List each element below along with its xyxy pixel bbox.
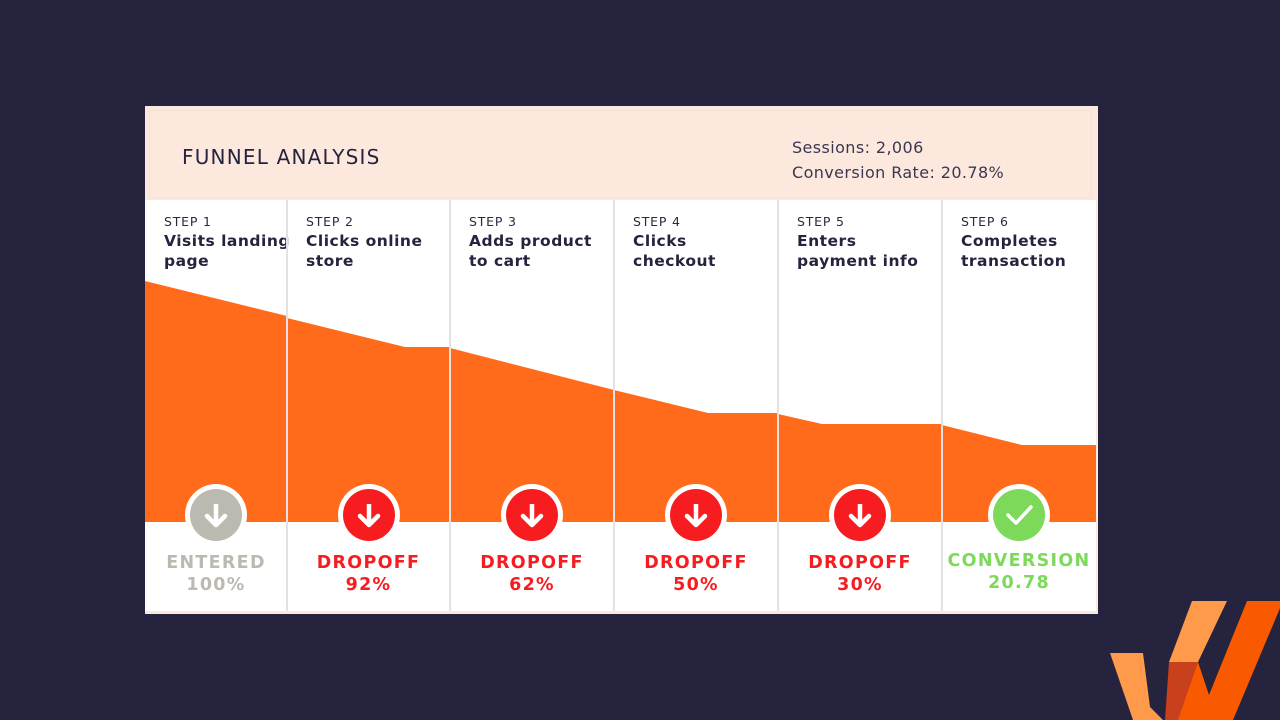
funnel-step-1: STEP 1 Visits landing page ENTERED 100% xyxy=(145,200,289,611)
step-result: CONVERSION 20.78 xyxy=(939,550,1096,594)
step-name: Clicks checkout xyxy=(633,232,716,270)
card-header: FUNNEL ANALYSIS Sessions: 2,006 Conversi… xyxy=(149,110,1092,198)
brand-logo-icon xyxy=(1110,601,1280,720)
conversion-rate: Conversion Rate: 20.78% xyxy=(792,163,1005,182)
logo-left-stroke xyxy=(1110,653,1163,720)
arrow-down-icon xyxy=(834,489,886,541)
step-status: CONVERSION xyxy=(947,551,1091,571)
step-percentage: 50% xyxy=(673,575,719,595)
step-status: DROPOFF xyxy=(316,553,421,573)
step-name: Enters payment info xyxy=(797,232,919,270)
logo-middle-stroke xyxy=(1169,601,1227,662)
funnel-step-4: STEP 4 Clicks checkout DROPOFF 50% xyxy=(614,200,778,611)
step-name: Completes transaction xyxy=(961,232,1067,270)
funnel-analysis-card: FUNNEL ANALYSIS Sessions: 2,006 Conversi… xyxy=(145,106,1098,614)
summary-stats: Sessions: 2,006 Conversion Rate: 20.78% xyxy=(792,135,1004,185)
funnel-step-5: STEP 5 Enters payment info DROPOFF 30% xyxy=(778,200,942,611)
conversion-badge xyxy=(988,484,1050,546)
step-number: STEP 4 xyxy=(633,214,681,229)
step-status: DROPOFF xyxy=(808,553,912,573)
step-result: DROPOFF 50% xyxy=(616,552,776,596)
step-result: DROPOFF 30% xyxy=(780,552,940,596)
step-percentage: 20.78 xyxy=(988,573,1050,593)
step-result: DROPOFF 62% xyxy=(452,552,612,596)
funnel-step-2: STEP 2 Clicks online store DROPOFF 92% xyxy=(287,200,450,611)
step-status: ENTERED xyxy=(166,553,266,573)
entered-badge xyxy=(185,484,247,546)
step-percentage: 100% xyxy=(186,575,246,595)
funnel-step-3: STEP 3 Adds product to cart DROPOFF 62% xyxy=(450,200,614,611)
column-divider xyxy=(286,200,288,611)
step-number: STEP 6 xyxy=(961,214,1009,229)
sessions-count: Sessions: 2,006 xyxy=(792,138,924,157)
step-number: STEP 2 xyxy=(306,214,354,229)
step-status: DROPOFF xyxy=(644,553,748,573)
step-percentage: 62% xyxy=(509,575,555,595)
funnel-step-6: STEP 6 Completes transaction CONVERSION 20.… xyxy=(942,200,1096,611)
step-number: STEP 1 xyxy=(164,214,212,229)
column-divider xyxy=(613,200,615,611)
arrow-down-icon xyxy=(190,489,242,541)
arrow-down-icon xyxy=(506,489,558,541)
dropoff-badge xyxy=(337,484,400,546)
step-name: Adds product to cart xyxy=(469,232,592,270)
arrow-down-icon xyxy=(848,504,872,528)
step-result: ENTERED 100% xyxy=(145,552,296,596)
arrow-down-icon xyxy=(357,504,380,528)
step-percentage: 92% xyxy=(345,575,392,595)
step-number: STEP 3 xyxy=(469,214,517,229)
step-percentage: 30% xyxy=(837,575,883,595)
funnel-steps-area: STEP 1 Visits landing page ENTERED 100% STEP… xyxy=(145,200,1096,611)
step-status: DROPOFF xyxy=(480,553,584,573)
dropoff-badge xyxy=(665,484,727,546)
column-divider xyxy=(777,200,779,611)
arrow-down-icon xyxy=(684,504,708,528)
arrow-down-icon xyxy=(520,504,544,528)
step-number: STEP 5 xyxy=(797,214,845,229)
arrow-down-icon xyxy=(342,489,395,541)
page-title: FUNNEL ANALYSIS xyxy=(182,145,381,169)
checkmark-icon xyxy=(993,489,1045,541)
step-name: Visits landing page xyxy=(164,232,290,270)
dropoff-badge xyxy=(501,484,563,546)
arrow-down-icon xyxy=(670,489,722,541)
column-divider xyxy=(941,200,943,611)
checkmark-icon xyxy=(1006,505,1033,525)
arrow-down-icon xyxy=(204,504,228,528)
dropoff-badge xyxy=(829,484,891,546)
step-result: DROPOFF 92% xyxy=(289,552,449,596)
step-name: Clicks online store xyxy=(306,232,423,270)
column-divider xyxy=(449,200,451,611)
